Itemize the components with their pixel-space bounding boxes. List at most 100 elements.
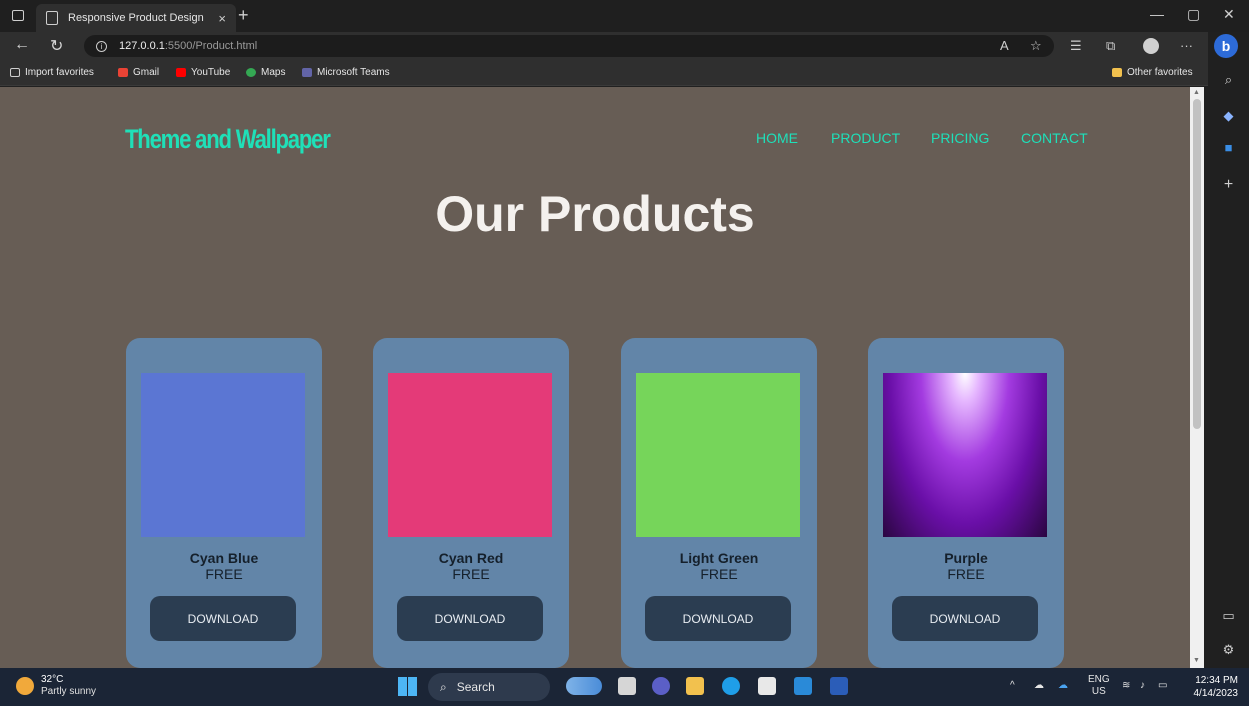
page-title: Our Products xyxy=(435,186,755,242)
download-button[interactable]: DOWNLOAD xyxy=(645,596,791,641)
task-view-icon[interactable] xyxy=(618,677,636,695)
back-arrow-icon[interactable]: ← xyxy=(14,36,30,54)
search-icon[interactable]: ⌕ xyxy=(1208,72,1249,88)
word-icon[interactable] xyxy=(830,677,848,695)
product-name: Purple xyxy=(944,550,988,566)
nav-home[interactable]: HOME xyxy=(756,130,798,146)
fav-maps[interactable]: Maps xyxy=(246,67,285,78)
new-tab-button[interactable]: + xyxy=(238,5,249,26)
fav-import-favorites[interactable]: Import favorites xyxy=(10,67,94,78)
browser-tab[interactable]: Responsive Product Design × xyxy=(36,4,236,32)
restore-button[interactable]: ▢ xyxy=(1187,6,1200,23)
product-price: FREE xyxy=(205,566,243,582)
favorite-star-icon[interactable]: ☆ xyxy=(1030,38,1042,54)
weather-temperature[interactable]: 32°C xyxy=(41,674,63,685)
gmail-icon xyxy=(118,68,128,77)
page-viewport: Theme and Wallpaper HOME PRODUCT PRICING… xyxy=(0,87,1190,668)
window-menu-icon[interactable] xyxy=(12,10,24,21)
collections-icon[interactable]: ⧉ xyxy=(1106,38,1115,54)
widgets-icon[interactable] xyxy=(566,677,602,695)
url-path: :5500/Product.html xyxy=(164,40,258,52)
product-name: Cyan Blue xyxy=(189,550,259,566)
clock-time: 12:34 PM xyxy=(1195,675,1238,686)
browser-tab-bar: Responsive Product Design × + — ▢ ✕ xyxy=(0,0,1249,32)
store-icon[interactable] xyxy=(758,677,776,695)
product-image xyxy=(883,373,1047,537)
nav-contact[interactable]: CONTACT xyxy=(1021,130,1088,146)
product-card: Cyan Blue FREE DOWNLOAD xyxy=(126,338,322,668)
nav-product[interactable]: PRODUCT xyxy=(831,130,900,146)
product-card: Light Green FREE DOWNLOAD xyxy=(621,338,817,668)
product-name: Light Green xyxy=(679,550,759,566)
download-button[interactable]: DOWNLOAD xyxy=(892,596,1038,641)
nav-pricing[interactable]: PRICING xyxy=(931,130,989,146)
settings-gear-icon[interactable]: ⚙ xyxy=(1208,642,1249,658)
favorites-bar: Import favorites Gmail YouTube Maps Micr… xyxy=(0,60,1208,86)
edge-sidebar: ⌕ ◆ ■ + ▭ ⚙ xyxy=(1208,32,1249,668)
tab-title: Responsive Product Design xyxy=(68,12,204,24)
product-price: FREE xyxy=(947,566,985,582)
more-menu-icon[interactable]: ··· xyxy=(1180,38,1193,53)
fav-gmail[interactable]: Gmail xyxy=(118,67,159,78)
outlook-icon[interactable]: ■ xyxy=(1208,140,1249,155)
onedrive-cloud-icon[interactable]: ☁ xyxy=(1034,680,1044,691)
tab-close-icon[interactable]: × xyxy=(218,11,226,26)
product-price: FREE xyxy=(700,566,738,582)
scroll-down-icon[interactable]: ▼ xyxy=(1193,657,1200,664)
clock-date: 4/14/2023 xyxy=(1193,688,1239,699)
product-image xyxy=(388,373,552,537)
refresh-icon[interactable]: ↻ xyxy=(50,36,63,56)
fav-youtube[interactable]: YouTube xyxy=(176,67,230,78)
file-explorer-icon[interactable] xyxy=(686,677,704,695)
weather-description[interactable]: Partly sunny xyxy=(41,686,96,697)
taskbar-search-label: Search xyxy=(456,680,495,694)
windows-taskbar: 32°C Partly sunny ⌕ Search ^ ☁ ☁ ENG US ≋… xyxy=(0,668,1249,706)
profile-avatar-icon[interactable] xyxy=(1143,38,1159,54)
site-info-icon[interactable]: i xyxy=(96,40,107,52)
address-bar[interactable]: i 127.0.0.1:5500/Product.html xyxy=(84,35,1054,57)
taskbar-clock[interactable]: 12:34 PM 4/14/2023 xyxy=(1186,674,1239,700)
bing-chat-icon[interactable]: b xyxy=(1214,34,1238,58)
download-button[interactable]: DOWNLOAD xyxy=(150,596,296,641)
download-button[interactable]: DOWNLOAD xyxy=(397,596,543,641)
taskbar-search[interactable]: ⌕ Search xyxy=(428,673,550,701)
edge-browser-icon[interactable] xyxy=(722,677,740,695)
product-card: Cyan Red FREE DOWNLOAD xyxy=(373,338,569,668)
battery-icon[interactable]: ▭ xyxy=(1158,680,1167,691)
teams-chat-icon[interactable] xyxy=(652,677,670,695)
read-aloud-icon[interactable]: A xyxy=(1000,38,1009,53)
address-toolbar: ← ↻ i 127.0.0.1:5500/Product.html A ☆ ☰ … xyxy=(0,32,1208,60)
show-hidden-icons-icon[interactable]: ^ xyxy=(1010,680,1015,691)
teams-icon xyxy=(302,68,312,77)
url-host: 127.0.0.1 xyxy=(119,40,165,52)
folder-icon xyxy=(1112,68,1122,77)
product-image xyxy=(141,373,305,537)
windows-start-icon[interactable] xyxy=(398,677,417,696)
product-image xyxy=(636,373,800,537)
onedrive-blue-cloud-icon[interactable]: ☁ xyxy=(1058,680,1068,691)
import-icon xyxy=(10,68,20,77)
input-language[interactable]: ENG US xyxy=(1088,674,1110,698)
product-price: FREE xyxy=(452,566,490,582)
fav-microsoft-teams[interactable]: Microsoft Teams xyxy=(302,67,390,78)
fav-other-favorites[interactable]: Other favorites xyxy=(1112,67,1193,78)
add-sidebar-app-icon[interactable]: + xyxy=(1208,176,1249,194)
close-window-button[interactable]: ✕ xyxy=(1223,6,1235,23)
youtube-icon xyxy=(176,68,186,77)
site-logo[interactable]: Theme and Wallpaper xyxy=(125,124,331,155)
search-icon: ⌕ xyxy=(440,679,447,694)
shopping-icon[interactable]: ◆ xyxy=(1208,108,1249,124)
minimize-button[interactable]: — xyxy=(1150,6,1164,22)
favorites-list-icon[interactable]: ☰ xyxy=(1070,38,1082,54)
page-icon xyxy=(46,11,58,25)
scroll-up-icon[interactable]: ▲ xyxy=(1193,89,1200,96)
page-scrollbar[interactable]: ▲ ▼ xyxy=(1190,87,1204,668)
product-card: Purple FREE DOWNLOAD xyxy=(868,338,1064,668)
maps-icon xyxy=(246,68,256,77)
sidebar-toggle-icon[interactable]: ▭ xyxy=(1208,608,1249,624)
wifi-icon[interactable]: ≋ xyxy=(1122,680,1130,691)
volume-icon[interactable]: ♪ xyxy=(1140,680,1145,691)
scrollbar-thumb[interactable] xyxy=(1193,99,1201,429)
weather-sun-icon[interactable] xyxy=(16,677,34,695)
vscode-icon[interactable] xyxy=(794,677,812,695)
